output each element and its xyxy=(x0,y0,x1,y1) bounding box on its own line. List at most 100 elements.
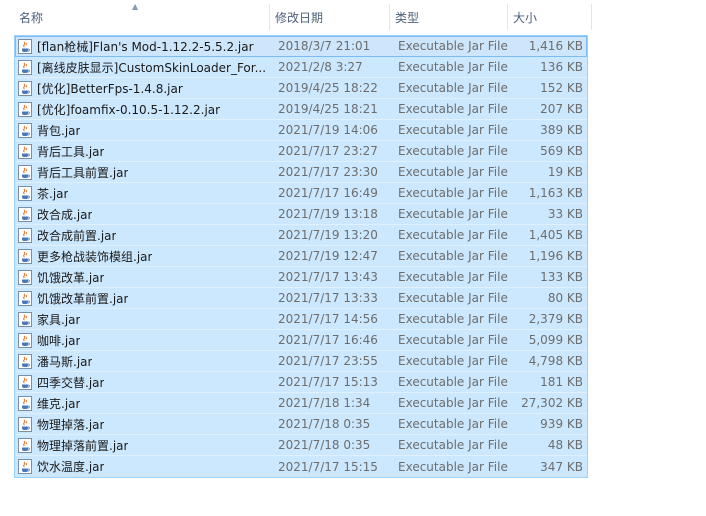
file-name-cell: 潘马斯.jar xyxy=(15,353,271,370)
file-type: Executable Jar File xyxy=(398,207,508,221)
java-jar-file-icon xyxy=(18,311,32,327)
file-name-cell: 背后工具前置.jar xyxy=(15,164,271,181)
file-date-modified: 2018/3/7 21:01 xyxy=(278,39,371,53)
file-type: Executable Jar File xyxy=(398,60,508,74)
file-size: 33 KB xyxy=(547,207,583,221)
file-row[interactable]: 四季交替.jar 2021/7/17 15:13 Executable Jar … xyxy=(15,372,587,393)
file-name-cell: [优化]foamfix-0.10.5-1.12.2.jar xyxy=(15,101,271,118)
file-row[interactable]: 物理掉落前置.jar 2021/7/18 0:35 Executable Jar… xyxy=(15,435,587,456)
file-row[interactable]: 改合成.jar 2021/7/19 13:18 Executable Jar F… xyxy=(15,204,587,225)
file-name: 咖啡.jar xyxy=(37,333,81,348)
file-row[interactable]: 维克.jar 2021/7/18 1:34 Executable Jar Fil… xyxy=(15,393,587,414)
file-row[interactable]: 物理掉落.jar 2021/7/18 0:35 Executable Jar F… xyxy=(15,414,587,435)
file-date-modified: 2021/7/18 0:35 xyxy=(278,417,371,431)
file-date-modified: 2019/4/25 18:21 xyxy=(278,102,378,116)
file-name-cell: 更多枪战装饰模组.jar xyxy=(15,248,271,265)
file-type: Executable Jar File xyxy=(398,354,508,368)
file-row[interactable]: 背后工具前置.jar 2021/7/17 23:30 Executable Ja… xyxy=(15,162,587,183)
file-size: 152 KB xyxy=(540,81,583,95)
file-date-modified: 2021/7/19 12:47 xyxy=(278,249,378,263)
java-jar-file-icon xyxy=(18,437,32,453)
file-name-cell: 四季交替.jar xyxy=(15,374,271,391)
file-size: 207 KB xyxy=(540,102,583,116)
file-type: Executable Jar File xyxy=(398,270,508,284)
file-type: Executable Jar File xyxy=(398,375,508,389)
file-row[interactable]: [离线皮肤显示]CustomSkinLoader_For... 2021/2/8… xyxy=(15,57,587,78)
file-name-cell: 饮水温度.jar xyxy=(15,458,271,475)
file-size: 136 KB xyxy=(540,60,583,74)
java-jar-file-icon xyxy=(18,395,32,411)
file-size: 1,416 KB xyxy=(528,39,583,53)
file-size: 133 KB xyxy=(540,270,583,284)
file-type: Executable Jar File xyxy=(398,144,508,158)
file-row[interactable]: 潘马斯.jar 2021/7/17 23:55 Executable Jar F… xyxy=(15,351,587,372)
file-name: [flan枪械]Flan's Mod-1.12.2-5.5.2.jar xyxy=(37,39,254,54)
file-row[interactable]: 饥饿改革.jar 2021/7/17 13:43 Executable Jar … xyxy=(15,267,587,288)
file-name-cell: 改合成.jar xyxy=(15,206,271,223)
file-row[interactable]: [优化]foamfix-0.10.5-1.12.2.jar 2019/4/25 … xyxy=(15,99,587,120)
file-size: 27,302 KB xyxy=(521,396,583,410)
file-type: Executable Jar File xyxy=(398,102,508,116)
file-size: 1,405 KB xyxy=(528,228,583,242)
java-jar-file-icon xyxy=(18,374,32,390)
file-date-modified: 2021/7/19 13:20 xyxy=(278,228,378,242)
file-type: Executable Jar File xyxy=(398,39,508,53)
file-row[interactable]: [优化]BetterFps-1.4.8.jar 2019/4/25 18:22 … xyxy=(15,78,587,99)
java-jar-file-icon xyxy=(18,122,32,138)
file-size: 347 KB xyxy=(540,459,583,474)
file-row[interactable]: 改合成前置.jar 2021/7/19 13:20 Executable Jar… xyxy=(15,225,587,246)
java-jar-file-icon xyxy=(18,185,32,201)
file-row[interactable]: 饥饿改革前置.jar 2021/7/17 13:33 Executable Ja… xyxy=(15,288,587,309)
file-size: 569 KB xyxy=(540,144,583,158)
file-name-cell: 改合成前置.jar xyxy=(15,227,271,244)
java-jar-file-icon xyxy=(18,248,32,264)
file-row[interactable]: 背后工具.jar 2021/7/17 23:27 Executable Jar … xyxy=(15,141,587,162)
java-jar-file-icon xyxy=(18,59,32,75)
file-name: 背后工具.jar xyxy=(37,144,105,159)
file-size: 80 KB xyxy=(547,291,583,305)
file-date-modified: 2021/7/19 14:06 xyxy=(278,123,378,137)
java-jar-file-icon xyxy=(18,143,32,159)
file-row[interactable]: 更多枪战装饰模组.jar 2021/7/19 12:47 Executable … xyxy=(15,246,587,267)
file-name-cell: [flan枪械]Flan's Mod-1.12.2-5.5.2.jar xyxy=(15,38,271,55)
file-name: 家具.jar xyxy=(37,312,81,327)
file-row[interactable]: [flan枪械]Flan's Mod-1.12.2-5.5.2.jar 2018… xyxy=(15,36,587,57)
file-name-cell: 背后工具.jar xyxy=(15,143,271,160)
file-row[interactable]: 饮水温度.jar 2021/7/17 15:15 Executable Jar … xyxy=(15,456,587,477)
file-row[interactable]: 茶.jar 2021/7/17 16:49 Executable Jar Fil… xyxy=(15,183,587,204)
file-name: 改合成.jar xyxy=(37,207,93,222)
file-date-modified: 2021/7/17 23:27 xyxy=(278,144,378,158)
file-date-modified: 2021/7/17 23:30 xyxy=(278,165,378,179)
file-row[interactable]: 背包.jar 2021/7/19 14:06 Executable Jar Fi… xyxy=(15,120,587,141)
column-header-date-label: 修改日期 xyxy=(275,10,324,25)
file-name: 四季交替.jar xyxy=(37,375,105,390)
java-jar-file-icon xyxy=(18,80,32,96)
java-jar-file-icon xyxy=(18,416,32,432)
file-name: 饥饿改革前置.jar xyxy=(37,291,129,306)
file-date-modified: 2021/7/17 16:49 xyxy=(278,186,378,200)
file-date-modified: 2019/4/25 18:22 xyxy=(278,81,378,95)
column-header-type-label: 类型 xyxy=(395,10,420,25)
file-date-modified: 2021/7/18 0:35 xyxy=(278,438,371,452)
file-type: Executable Jar File xyxy=(398,333,508,347)
file-date-modified: 2021/7/17 14:56 xyxy=(278,312,378,326)
column-header-name[interactable]: ▲ 名称 xyxy=(14,2,270,30)
column-header-date-modified[interactable]: 修改日期 xyxy=(270,4,390,30)
column-header-type[interactable]: 类型 xyxy=(390,4,508,30)
column-header-size[interactable]: 大小 xyxy=(508,4,592,30)
file-name-cell: 饥饿改革.jar xyxy=(15,269,271,286)
file-type: Executable Jar File xyxy=(398,438,508,452)
file-date-modified: 2021/7/18 1:34 xyxy=(278,396,371,410)
java-jar-file-icon xyxy=(18,353,32,369)
file-name: 潘马斯.jar xyxy=(37,354,93,369)
file-row[interactable]: 咖啡.jar 2021/7/17 16:46 Executable Jar Fi… xyxy=(15,330,587,351)
file-size: 1,163 KB xyxy=(528,186,583,200)
file-size: 2,379 KB xyxy=(528,312,583,326)
file-name-cell: 茶.jar xyxy=(15,185,271,202)
file-row[interactable]: 家具.jar 2021/7/17 14:56 Executable Jar Fi… xyxy=(15,309,587,330)
file-date-modified: 2021/7/17 23:55 xyxy=(278,354,378,368)
file-name: [优化]BetterFps-1.4.8.jar xyxy=(37,81,183,96)
java-jar-file-icon xyxy=(18,38,32,54)
file-name: [优化]foamfix-0.10.5-1.12.2.jar xyxy=(37,102,221,117)
file-name: 维克.jar xyxy=(37,396,81,411)
